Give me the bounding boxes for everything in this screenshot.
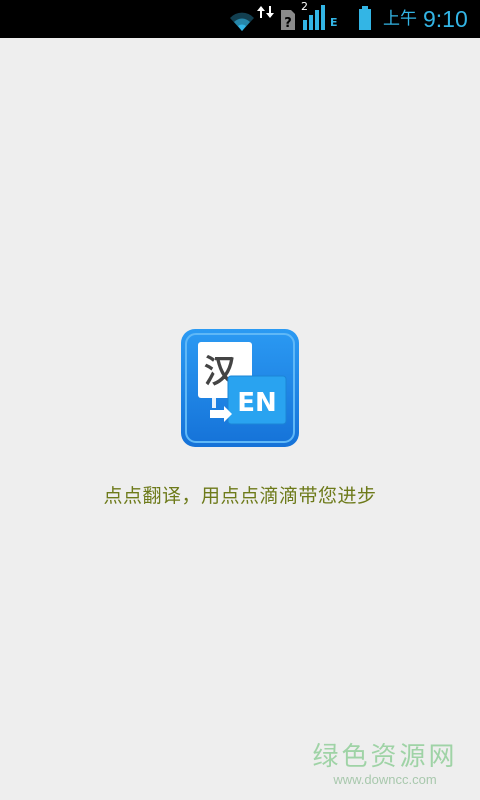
logo-target-text: EN [237,388,277,418]
watermark-url: www.downcc.com [333,772,437,787]
watermark: 绿色资源网 www.downcc.com [310,742,460,788]
splash-screen: 汉 EN 点点翻译，用点点滴滴带您进步 [0,38,480,800]
data-activity-icon [257,6,274,18]
sim-card-icon: ? [281,10,295,31]
app-slogan: 点点翻译，用点点滴滴带您进步 [103,485,377,507]
svg-text:?: ? [284,16,292,31]
status-bar: ? 2 E 上午 9:10 [0,0,480,38]
app-logo-icon: 汉 EN [181,329,299,447]
watermark-name: 绿色资源网 [312,742,458,772]
signal-strength-icon [303,5,325,30]
network-type-label: E [330,16,338,29]
clock-time: 9:10 [423,6,468,32]
wifi-icon [230,12,254,32]
battery-icon [359,6,371,30]
clock-ampm: 上午 [383,9,417,29]
